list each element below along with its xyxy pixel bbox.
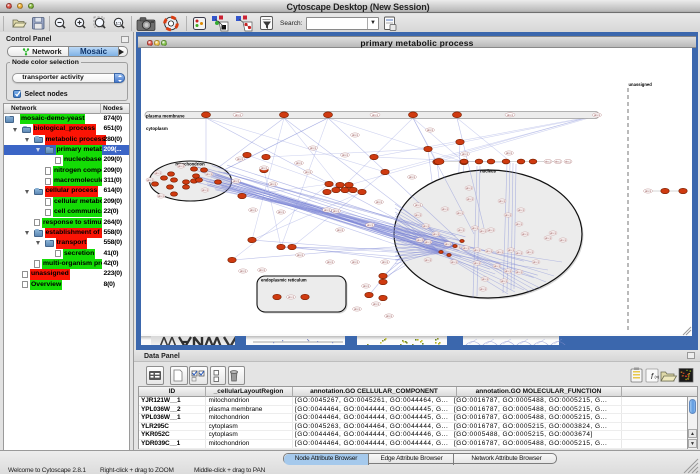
svg-text:abc1: abc1 [147,178,154,182]
svg-text:abc1: abc1 [507,113,514,117]
svg-text:abc1: abc1 [472,226,479,230]
svg-text:abc1: abc1 [508,248,515,252]
svg-text:abc1: abc1 [278,210,285,214]
svg-text:abc1: abc1 [270,182,277,186]
svg-text:abc1: abc1 [342,153,349,157]
svg-text:abc1: abc1 [425,240,432,244]
svg-text:abc1: abc1 [240,269,247,273]
svg-text:abc1: abc1 [497,250,504,254]
svg-text:abc1: abc1 [474,248,481,252]
svg-text:abc1: abc1 [235,113,242,117]
svg-text:abc1: abc1 [494,264,501,268]
svg-text:abc1: abc1 [372,113,379,117]
svg-text:abc1: abc1 [533,260,540,264]
svg-text:abc1: abc1 [178,164,185,168]
svg-text:abc1: abc1 [373,302,380,306]
svg-text:abc1: abc1 [555,160,562,164]
svg-text:abc1: abc1 [352,133,359,137]
svg-text:abc1: abc1 [516,270,523,274]
svg-text:nucleus: nucleus [480,169,496,174]
svg-text:abc1: abc1 [259,268,266,272]
svg-text:abc1: abc1 [506,151,513,155]
svg-text:abc1: abc1 [467,197,474,201]
svg-text:abc1: abc1 [354,307,361,311]
svg-text:abc1: abc1 [499,199,506,203]
svg-text:abc1: abc1 [310,146,317,150]
svg-text:1:1: 1:1 [116,20,123,25]
svg-text:abc1: abc1 [457,211,464,215]
svg-text:abc1: abc1 [442,207,449,211]
svg-text:abc1: abc1 [545,160,552,164]
svg-text:abc1: abc1 [505,213,512,217]
svg-text:endoplasmic reticulum: endoplasmic reticulum [261,278,307,283]
svg-text:abc1: abc1 [297,253,304,257]
svg-text:abc1: abc1 [518,208,525,212]
svg-text:abc1: abc1 [594,113,601,117]
svg-text:abc1: abc1 [505,269,512,273]
svg-text:abc1: abc1 [417,238,424,242]
svg-text:abc1: abc1 [158,194,165,198]
svg-text:abc1: abc1 [466,186,473,190]
svg-text:abc1: abc1 [382,260,389,264]
svg-text:unassigned: unassigned [629,82,653,87]
svg-text:abc1: abc1 [409,175,416,179]
svg-text:abc1: abc1 [560,238,567,242]
svg-text:abc1: abc1 [427,128,434,132]
svg-text:abc1: abc1 [237,157,244,161]
svg-text:abc1: abc1 [516,251,523,255]
svg-text:abc1: abc1 [337,228,344,232]
svg-text:abc1: abc1 [501,279,508,283]
svg-text:abc1: abc1 [522,232,529,236]
svg-text:abc1: abc1 [386,314,393,318]
svg-text:abc1: abc1 [463,246,470,250]
svg-text:abc1: abc1 [433,232,440,236]
svg-text:abc1: abc1 [565,160,572,164]
svg-text:abc1: abc1 [250,208,257,212]
svg-text:abc1: abc1 [288,295,295,299]
svg-text:abc1: abc1 [482,277,489,281]
svg-text:abc1: abc1 [423,224,430,228]
svg-text:abc1: abc1 [155,171,162,175]
svg-text:abc1: abc1 [462,152,469,156]
svg-text:abc1: abc1 [488,228,495,232]
svg-text:abc1: abc1 [516,222,523,226]
svg-text:abc1: abc1 [327,260,334,264]
svg-text:abc1: abc1 [333,209,340,213]
svg-text:abc1: abc1 [305,170,312,174]
svg-text:abc1: abc1 [206,172,213,176]
svg-text:abc1: abc1 [480,287,487,291]
svg-text:abc1: abc1 [376,200,383,204]
svg-text:abc1: abc1 [415,203,422,207]
svg-text:abc1: abc1 [324,208,331,212]
svg-text:(x): (x) [655,374,660,379]
svg-text:plasma membrane: plasma membrane [146,114,185,119]
svg-text:abc1: abc1 [363,284,370,288]
svg-text:abc1: abc1 [352,260,359,264]
svg-text:abc1: abc1 [261,166,268,170]
svg-text:abc1: abc1 [445,242,452,246]
svg-text:abc1: abc1 [486,249,493,253]
svg-text:abc1: abc1 [550,231,557,235]
svg-text:abc1: abc1 [451,260,458,264]
svg-text:abc1: abc1 [474,261,481,265]
svg-text:abc1: abc1 [202,188,209,192]
svg-text:abc1: abc1 [480,229,487,233]
svg-text:abc1: abc1 [425,258,432,262]
svg-text:abc1: abc1 [367,223,374,227]
svg-text:abc1: abc1 [458,228,465,232]
svg-text:abc1: abc1 [527,250,534,254]
svg-text:cytoplasm: cytoplasm [146,126,168,131]
svg-text:abc1: abc1 [415,213,422,217]
svg-text:abc1: abc1 [233,179,240,183]
svg-text:abc1: abc1 [645,189,652,193]
svg-text:abc1: abc1 [545,236,552,240]
svg-text:abc1: abc1 [296,161,303,165]
